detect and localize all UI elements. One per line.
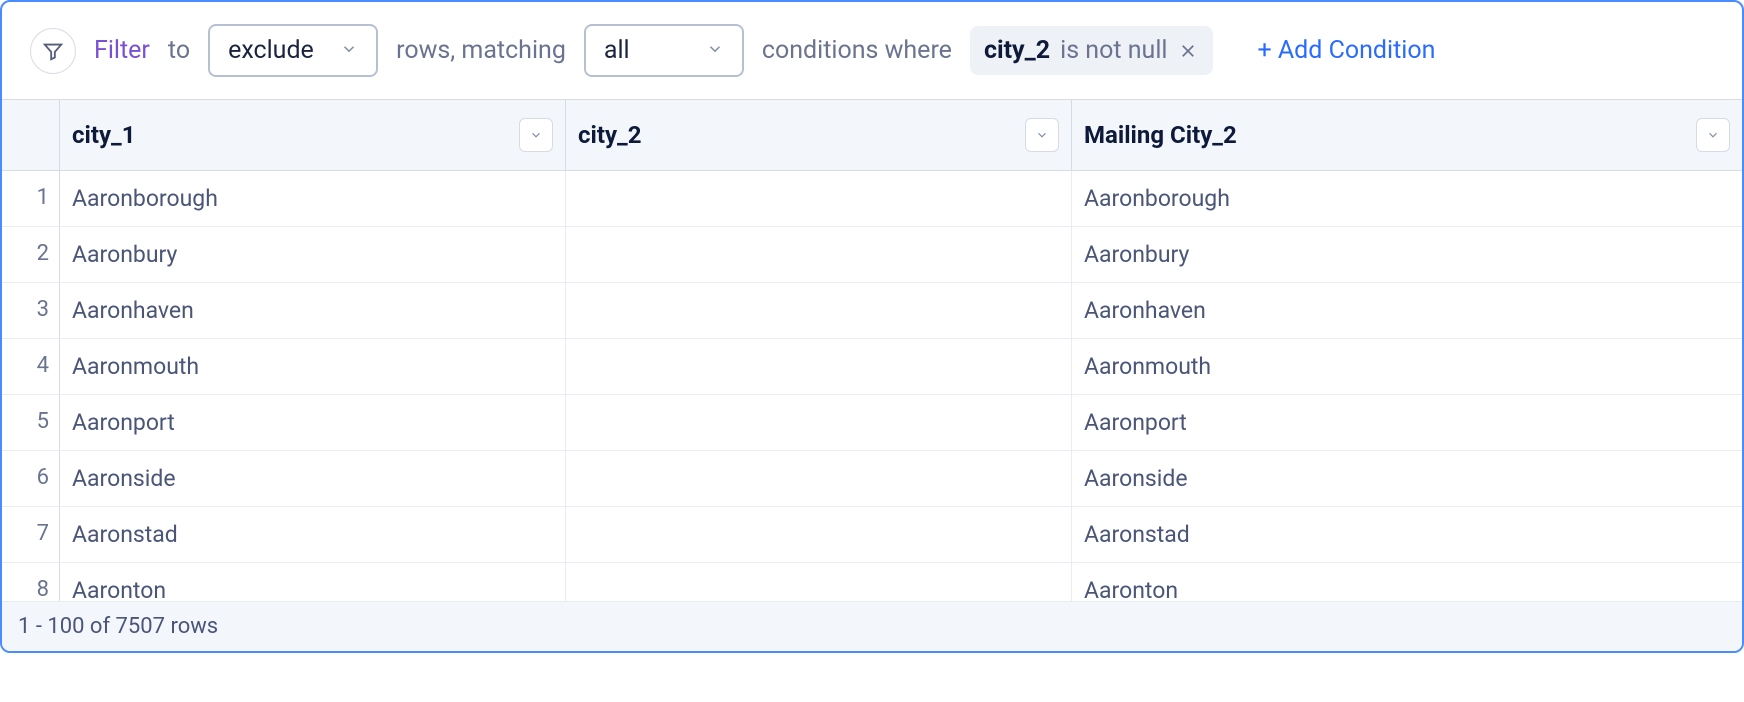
cell-city-2[interactable] — [566, 283, 1072, 338]
table-row[interactable]: 1AaronboroughAaronborough — [2, 171, 1742, 227]
row-number: 2 — [2, 227, 60, 282]
filter-mode-select[interactable]: exclude — [208, 24, 378, 77]
cell-city-1[interactable]: Aaronborough — [60, 171, 566, 226]
chevron-down-icon — [1706, 128, 1720, 142]
chevron-down-icon — [340, 36, 358, 65]
table-row[interactable]: 7AaronstadAaronstad — [2, 507, 1742, 563]
conditions-where-label: conditions where — [762, 36, 952, 65]
filter-label: Filter — [94, 36, 150, 65]
cell-mailing-city-2[interactable]: Aaronmouth — [1072, 339, 1742, 394]
cell-city-1[interactable]: Aaronhaven — [60, 283, 566, 338]
filter-panel: Filter to exclude rows, matching all con… — [0, 0, 1744, 653]
filter-match-select[interactable]: all — [584, 24, 744, 77]
cell-city-2[interactable] — [566, 171, 1072, 226]
column-header-city-1[interactable]: city_1 — [60, 100, 566, 170]
row-number: 6 — [2, 451, 60, 506]
row-number: 1 — [2, 171, 60, 226]
filter-match-value: all — [604, 36, 630, 65]
cell-mailing-city-2[interactable]: Aaronstad — [1072, 507, 1742, 562]
column-menu-button[interactable] — [519, 118, 553, 152]
grid-body: 1AaronboroughAaronborough2AaronburyAaron… — [2, 171, 1742, 601]
cell-mailing-city-2[interactable]: Aaronport — [1072, 395, 1742, 450]
condition-chip[interactable]: city_2 is not null — [970, 26, 1214, 75]
cell-city-1[interactable]: Aaronton — [60, 563, 566, 601]
chevron-down-icon — [706, 36, 724, 65]
column-header-label: city_2 — [578, 121, 642, 149]
cell-city-1[interactable]: Aaronmouth — [60, 339, 566, 394]
cell-mailing-city-2[interactable]: Aaronbury — [1072, 227, 1742, 282]
table-row[interactable]: 5AaronportAaronport — [2, 395, 1742, 451]
cell-city-2[interactable] — [566, 395, 1072, 450]
row-number: 7 — [2, 507, 60, 562]
cell-city-1[interactable]: Aaronside — [60, 451, 566, 506]
remove-condition-button[interactable] — [1177, 40, 1199, 62]
row-number: 5 — [2, 395, 60, 450]
status-bar: 1 - 100 of 7507 rows — [2, 601, 1742, 651]
rows-matching-label: rows, matching — [396, 36, 566, 65]
row-number-header — [2, 100, 60, 170]
table-row[interactable]: 2AaronburyAaronbury — [2, 227, 1742, 283]
cell-city-2[interactable] — [566, 451, 1072, 506]
cell-mailing-city-2[interactable]: Aaronton — [1072, 563, 1742, 601]
column-header-label: city_1 — [72, 121, 136, 149]
chevron-down-icon — [1035, 128, 1049, 142]
table-row[interactable]: 6AaronsideAaronside — [2, 451, 1742, 507]
cell-city-1[interactable]: Aaronstad — [60, 507, 566, 562]
data-grid: city_1 city_2 Mailing City_2 1Aaronborou… — [2, 99, 1742, 601]
column-header-city-2[interactable]: city_2 — [566, 100, 1072, 170]
table-row[interactable]: 4AaronmouthAaronmouth — [2, 339, 1742, 395]
cell-city-2[interactable] — [566, 339, 1072, 394]
column-menu-button[interactable] — [1696, 118, 1730, 152]
condition-operator: is not null — [1060, 36, 1167, 65]
cell-city-1[interactable]: Aaronport — [60, 395, 566, 450]
cell-mailing-city-2[interactable]: Aaronborough — [1072, 171, 1742, 226]
chevron-down-icon — [529, 128, 543, 142]
column-header-mailing-city-2[interactable]: Mailing City_2 — [1072, 100, 1742, 170]
row-number: 3 — [2, 283, 60, 338]
add-condition-button[interactable]: + Add Condition — [1257, 36, 1435, 65]
cell-city-1[interactable]: Aaronbury — [60, 227, 566, 282]
table-row[interactable]: 8AarontonAaronton — [2, 563, 1742, 601]
filter-icon[interactable] — [30, 28, 76, 74]
row-number: 8 — [2, 563, 60, 601]
grid-header-row: city_1 city_2 Mailing City_2 — [2, 100, 1742, 171]
cell-city-2[interactable] — [566, 563, 1072, 601]
column-menu-button[interactable] — [1025, 118, 1059, 152]
column-header-label: Mailing City_2 — [1084, 121, 1237, 149]
row-number: 4 — [2, 339, 60, 394]
close-icon — [1179, 42, 1197, 60]
cell-mailing-city-2[interactable]: Aaronside — [1072, 451, 1742, 506]
filter-bar: Filter to exclude rows, matching all con… — [2, 2, 1742, 99]
cell-city-2[interactable] — [566, 227, 1072, 282]
cell-mailing-city-2[interactable]: Aaronhaven — [1072, 283, 1742, 338]
filter-mode-value: exclude — [228, 36, 314, 65]
filter-to-label: to — [168, 36, 190, 65]
condition-field: city_2 — [984, 36, 1050, 65]
cell-city-2[interactable] — [566, 507, 1072, 562]
table-row[interactable]: 3AaronhavenAaronhaven — [2, 283, 1742, 339]
